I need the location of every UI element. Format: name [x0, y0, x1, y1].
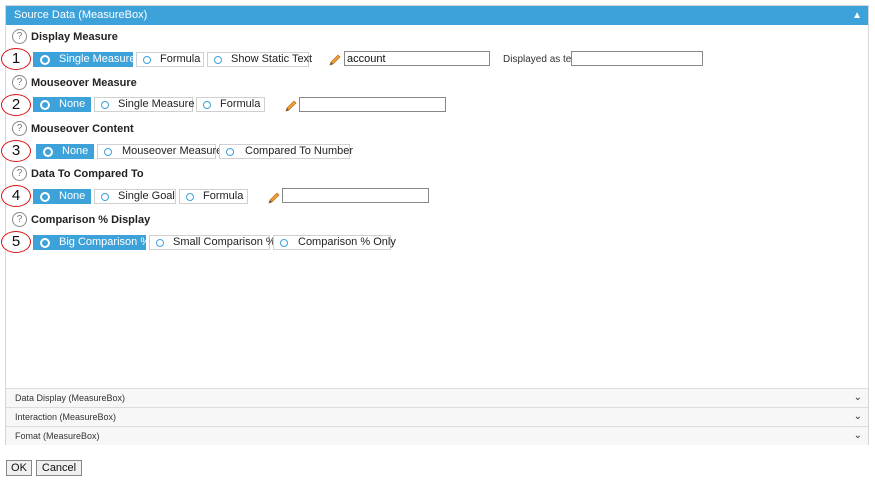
section-label-mouseover-content: Mouseover Content	[31, 123, 134, 135]
option-single-measure[interactable]: Single Measure	[94, 97, 194, 112]
mouseover-measure-input[interactable]	[299, 97, 446, 112]
option-none[interactable]: None	[36, 144, 94, 159]
section-label-comparison-display: Comparison % Display	[31, 214, 151, 226]
step-marker: 3	[1, 140, 31, 162]
option-comparison-only[interactable]: Comparison % Only	[273, 235, 396, 250]
pencil-icon[interactable]	[284, 99, 298, 113]
option-big-comparison[interactable]: Big Comparison %	[33, 235, 150, 250]
section-label-mouseover-measure: Mouseover Measure	[31, 77, 137, 89]
option-small-comparison[interactable]: Small Comparison %	[149, 235, 276, 250]
section-label-display-measure: Display Measure	[31, 31, 118, 43]
accordion-label: Fomat (MeasureBox)	[15, 431, 100, 441]
accordion-label: Data Display (MeasureBox)	[15, 393, 126, 403]
option-formula[interactable]: Formula	[196, 97, 265, 112]
cancel-button[interactable]: Cancel	[36, 460, 82, 476]
accordion-format[interactable]: Fomat (MeasureBox) ⌄	[6, 426, 868, 445]
chevron-down-icon: ⌄	[853, 430, 862, 441]
help-icon[interactable]: ?	[12, 166, 27, 181]
option-formula[interactable]: Formula	[136, 52, 204, 67]
option-none[interactable]: None	[33, 189, 91, 204]
chevron-down-icon: ⌄	[853, 392, 862, 403]
panel-title: Source Data (MeasureBox)	[14, 9, 148, 21]
chevron-down-icon: ⌄	[853, 411, 862, 422]
step-marker: 5	[1, 231, 31, 253]
pencil-icon[interactable]	[328, 53, 342, 67]
accordion-data-display[interactable]: Data Display (MeasureBox) ⌄	[6, 388, 868, 407]
help-icon[interactable]: ?	[12, 29, 27, 44]
step-marker: 4	[1, 185, 31, 207]
option-single-measure[interactable]: Single Measure	[33, 52, 135, 67]
step-marker: 2	[1, 94, 31, 116]
panel-header[interactable]: Source Data (MeasureBox) ▲	[6, 6, 868, 25]
step-marker: 1	[1, 48, 31, 70]
pencil-icon[interactable]	[267, 191, 281, 205]
displayed-as-text-input[interactable]	[571, 51, 703, 66]
option-single-goal[interactable]: Single Goal	[94, 189, 176, 204]
help-icon[interactable]: ?	[12, 212, 27, 227]
option-none[interactable]: None	[33, 97, 91, 112]
accordion-label: Interaction (MeasureBox)	[15, 412, 117, 422]
ok-button[interactable]: OK	[6, 460, 32, 476]
option-mouseover-measure[interactable]: Mouseover Measure	[97, 144, 222, 159]
option-compared-to-number[interactable]: Compared To Number	[219, 144, 353, 159]
source-data-panel: Source Data (MeasureBox) ▲ ? Display Mea…	[1, 5, 869, 445]
help-icon[interactable]: ?	[12, 121, 27, 136]
option-formula[interactable]: Formula	[179, 189, 248, 204]
accordion-interaction[interactable]: Interaction (MeasureBox) ⌄	[6, 407, 868, 426]
help-icon[interactable]: ?	[12, 75, 27, 90]
section-label-data-to-compared-to: Data To Compared To	[31, 168, 144, 180]
chevron-up-icon[interactable]: ▲	[852, 6, 862, 25]
display-measure-input[interactable]	[344, 51, 490, 66]
data-to-compared-to-input[interactable]	[282, 188, 429, 203]
option-show-static-text[interactable]: Show Static Text	[207, 52, 312, 67]
